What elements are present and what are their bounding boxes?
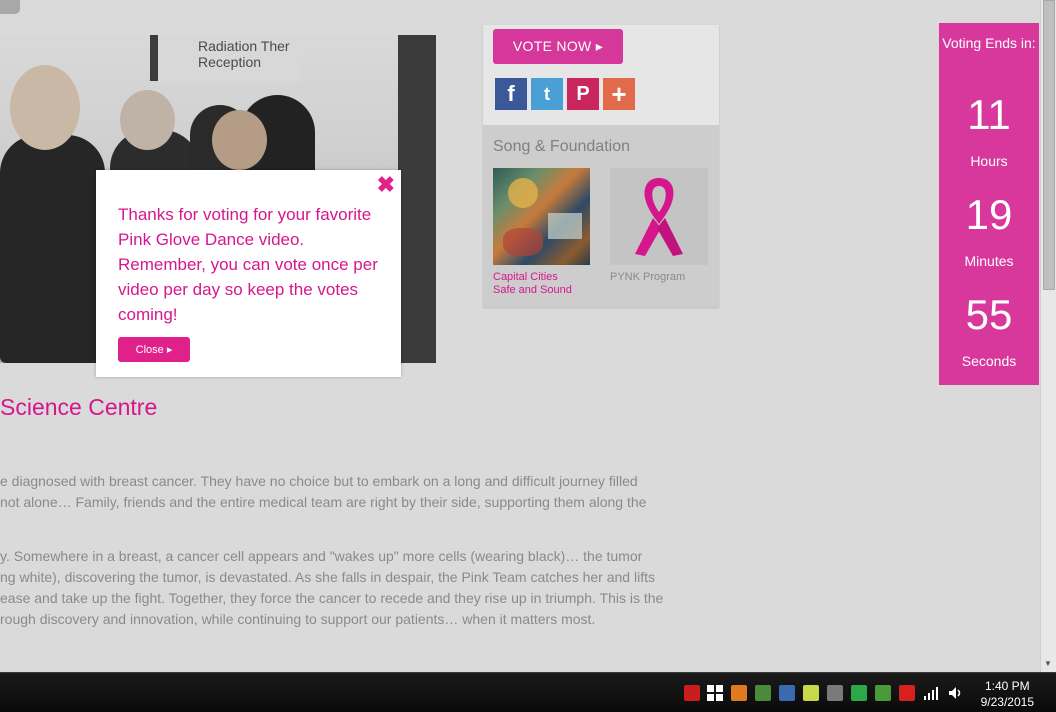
close-button[interactable]: Close ▸ [118, 337, 190, 362]
java-icon[interactable] [731, 685, 747, 701]
article-heading: Science Centre [0, 394, 158, 420]
twitter-icon[interactable]: t [531, 78, 563, 110]
pink-ribbon-image[interactable] [610, 168, 708, 265]
vote-panel: VOTE NOW ▸ f t P + Song & Foundation Cap… [483, 25, 719, 307]
signal-strength-icon[interactable] [923, 685, 939, 701]
paragraph-line: not alone… Family, friends and the entir… [0, 494, 647, 510]
share-plus-icon[interactable]: + [603, 78, 635, 110]
nvidia-icon[interactable] [875, 685, 891, 701]
countdown-minutes-label: Minutes [964, 253, 1014, 269]
security-shield-icon[interactable] [755, 685, 771, 701]
network-tool-icon[interactable] [779, 685, 795, 701]
article-paragraph-1: e diagnosed with breast cancer. They hav… [0, 471, 646, 513]
countdown-seconds: 55 [965, 291, 1013, 338]
paragraph-line: rough discovery and innovation, while co… [0, 611, 596, 627]
vote-now-button[interactable]: VOTE NOW ▸ [493, 29, 623, 64]
facebook-icon[interactable]: f [495, 78, 527, 110]
scrollbar-thumb[interactable] [1043, 0, 1055, 290]
windows-taskbar: 1:40 PM 9/23/2015 [0, 672, 1056, 712]
person-figure [0, 135, 105, 363]
person-head [10, 65, 80, 150]
paragraph-line: y. Somewhere in a breast, a cancer cell … [0, 548, 643, 564]
checkmark-icon[interactable] [851, 685, 867, 701]
paragraph-line: ease and take up the fight. Together, th… [0, 590, 664, 606]
paragraph-line: ng white), discovering the tumor, is dev… [0, 569, 655, 585]
song-foundation-section: Song & Foundation Capital Cities Safe an… [483, 125, 719, 307]
countdown-seconds-label: Seconds [961, 353, 1017, 369]
countdown-hours-label: Hours [970, 153, 1008, 169]
vote-confirmation-popup: ✖ Thanks for voting for your favorite Pi… [96, 170, 401, 377]
album-cover-image[interactable] [493, 168, 590, 265]
system-clock[interactable]: 1:40 PM 9/23/2015 [981, 678, 1034, 710]
windows-icon[interactable] [707, 685, 723, 701]
browser-tab-corner [0, 0, 20, 14]
adobe-icon[interactable] [684, 685, 700, 701]
popup-message: Thanks for voting for your favorite Pink… [118, 205, 378, 324]
clock-time: 1:40 PM [984, 679, 1030, 693]
person-head [120, 90, 175, 150]
voting-countdown: Voting Ends in: 11 Hours 19 Minutes 55 S… [939, 23, 1039, 385]
clock-date: 9/23/2015 [980, 695, 1034, 709]
countdown-hours: 11 [967, 91, 1011, 138]
countdown-minutes: 19 [965, 191, 1013, 238]
sign-line-1: Radiation Ther [198, 38, 290, 54]
sign-line-2: Reception [198, 54, 262, 70]
section-title: Song & Foundation [493, 138, 630, 155]
song-artist: Capital Cities [493, 271, 558, 283]
countdown-header: Voting Ends in: [942, 35, 1036, 51]
person-head [212, 110, 267, 170]
scroll-down-arrow-icon[interactable]: ▼ [1044, 659, 1052, 668]
close-icon[interactable]: ✖ [377, 174, 395, 196]
pinterest-icon[interactable]: P [567, 78, 599, 110]
volume-icon[interactable] [947, 685, 963, 701]
reception-sign: Radiation Ther Reception [150, 35, 300, 81]
foundation-link[interactable]: PYNK Program [610, 271, 685, 283]
vertical-scrollbar[interactable]: ▼ [1040, 0, 1056, 672]
notes-icon[interactable] [803, 685, 819, 701]
paragraph-line: e diagnosed with breast cancer. They hav… [0, 473, 638, 489]
article-paragraph-2: y. Somewhere in a breast, a cancer cell … [0, 546, 663, 630]
song-title: Safe and Sound [493, 284, 572, 296]
tools-icon[interactable] [827, 685, 843, 701]
song-link[interactable]: Capital Cities Safe and Sound [493, 271, 572, 297]
flag-alert-icon[interactable] [899, 685, 915, 701]
pink-ribbon-icon [635, 177, 683, 256]
